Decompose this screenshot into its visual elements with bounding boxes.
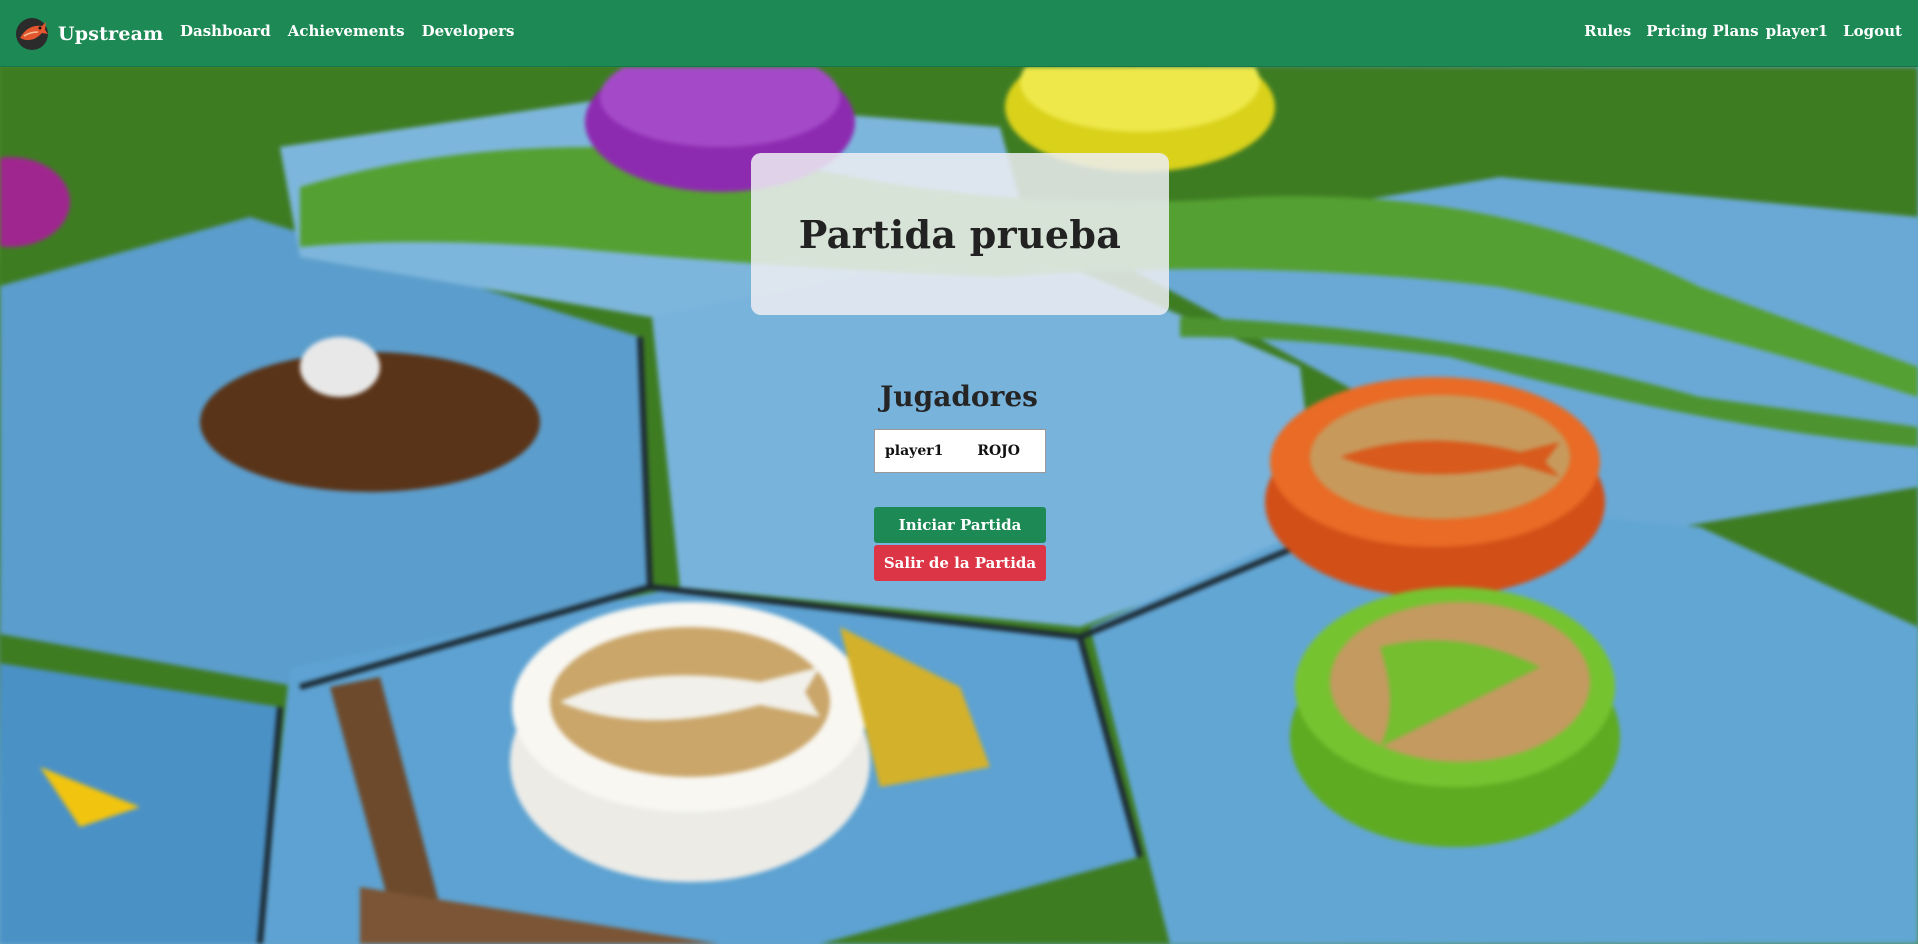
brand-home-link[interactable]: Upstream xyxy=(14,16,163,52)
nav-achievements-link[interactable]: Achievements xyxy=(288,22,405,40)
nav-user-profile-link[interactable]: player1 xyxy=(1766,22,1829,40)
players-heading: Jugadores xyxy=(880,380,1038,413)
nav-dashboard-link[interactable]: Dashboard xyxy=(180,22,271,40)
game-title-card: Partida prueba xyxy=(751,153,1169,315)
player-name: player1 xyxy=(885,443,944,459)
nav-rules-link[interactable]: Rules xyxy=(1584,22,1631,40)
start-game-button[interactable]: Iniciar Partida xyxy=(874,507,1046,543)
nav-right-links: Rules Pricing Plans player1 Logout xyxy=(1584,22,1902,40)
players-table: player1 ROJO xyxy=(874,429,1046,473)
nav-left-links: Dashboard Achievements Developers xyxy=(180,22,514,40)
top-navbar: Upstream Dashboard Achievements Develope… xyxy=(0,0,1918,67)
nav-pricing-plans-link[interactable]: Pricing Plans xyxy=(1646,22,1758,40)
leave-game-button[interactable]: Salir de la Partida xyxy=(874,545,1046,581)
salmon-logo-icon xyxy=(16,18,48,50)
game-title: Partida prueba xyxy=(798,211,1122,257)
brand-name: Upstream xyxy=(58,23,164,45)
player-color: ROJO xyxy=(977,443,1020,459)
nav-developers-link[interactable]: Developers xyxy=(422,22,515,40)
nav-logout-link[interactable]: Logout xyxy=(1843,22,1902,40)
